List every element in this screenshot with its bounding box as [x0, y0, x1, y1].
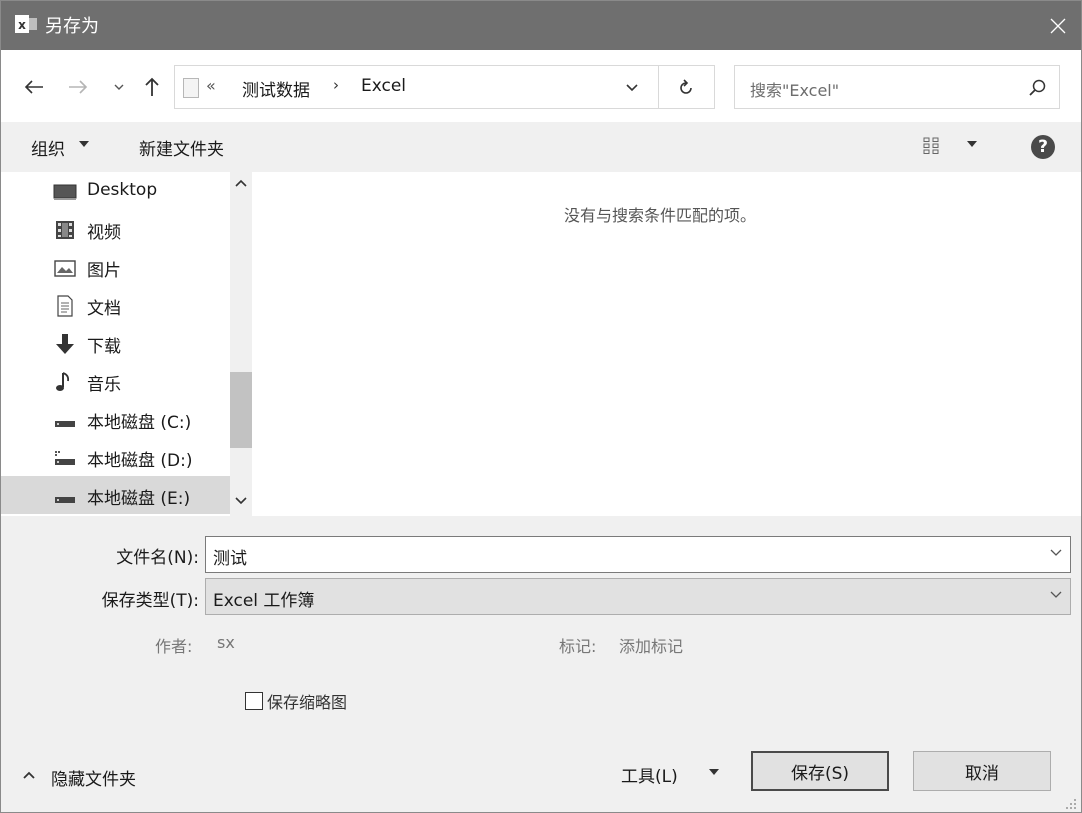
chevron-down-icon [626, 83, 638, 91]
sidebar-item-pictures[interactable]: 图片 [1, 248, 230, 286]
address-overflow-chevron[interactable]: « [206, 76, 216, 95]
filename-input[interactable]: 测试 [205, 536, 1071, 573]
sidebar-item-music[interactable]: 音乐 [1, 362, 230, 400]
tags-value[interactable]: 添加标记 [619, 633, 683, 657]
address-bar[interactable]: « 测试数据 › Excel [174, 65, 715, 109]
desktop-icon [53, 184, 77, 200]
navigation-pane: Desktop 视频 图片 文档 下载 音乐 本地磁盘 (C:) 本地磁盘 (D… [1, 172, 230, 516]
new-folder-button[interactable]: 新建文件夹 [139, 135, 224, 160]
search-icon[interactable] [1027, 77, 1049, 99]
breadcrumb-item[interactable]: Excel [361, 76, 406, 96]
author-label: 作者: [155, 637, 193, 656]
close-button[interactable] [1035, 1, 1081, 50]
back-arrow-icon [24, 80, 43, 94]
divider [658, 66, 659, 108]
download-icon [56, 334, 74, 354]
chevron-down-icon [114, 84, 124, 90]
tools-button[interactable]: 工具(L) [621, 762, 678, 787]
filetype-select[interactable]: Excel 工作簿 [205, 578, 1071, 615]
tags-label: 标记: [559, 637, 597, 656]
sidebar-item-label: 视频 [87, 223, 121, 243]
caret-down-icon[interactable] [967, 141, 977, 147]
caret-down-icon[interactable] [79, 141, 89, 147]
navigation-pane-scrollbar[interactable] [230, 172, 252, 516]
forward-button[interactable] [63, 72, 93, 102]
app-icon-letter: x [18, 18, 26, 32]
sidebar-item-label: 本地磁盘 (C:) [87, 413, 192, 433]
help-icon[interactable]: ? [1031, 135, 1055, 159]
forward-arrow-icon [69, 80, 88, 94]
sidebar-item-downloads[interactable]: 下载 [1, 324, 230, 362]
sidebar-item-label: 下载 [87, 337, 121, 357]
drive-icon [55, 497, 75, 503]
breadcrumb-separator[interactable]: › [333, 76, 339, 94]
sidebar-item-label: 文档 [87, 299, 121, 319]
navigation-bar: « 测试数据 › Excel 搜索"Excel" [1, 50, 1081, 122]
up-button[interactable] [139, 72, 165, 102]
sidebar-item-label: Desktop [87, 180, 158, 200]
save-thumbnail-label[interactable]: 保存缩略图 [267, 689, 347, 713]
refresh-icon [680, 79, 692, 94]
up-arrow-icon [145, 77, 159, 96]
view-options-icon[interactable] [923, 137, 941, 155]
drive-icon [55, 421, 75, 427]
close-icon [1050, 18, 1066, 33]
filename-label: 文件名(N): [116, 548, 199, 568]
breadcrumb-item[interactable]: 测试数据 [242, 76, 310, 101]
cancel-button[interactable]: 取消 [913, 751, 1051, 791]
chevron-down-icon[interactable] [1050, 549, 1062, 557]
address-dropdown-button[interactable] [622, 77, 642, 97]
scroll-up-icon[interactable] [234, 178, 248, 188]
author-value[interactable]: sx [217, 633, 235, 652]
sidebar-item-label: 音乐 [87, 375, 121, 395]
caret-down-icon[interactable] [709, 769, 719, 775]
sidebar-item-desktop[interactable]: Desktop [1, 172, 230, 210]
drive-icon [55, 451, 75, 465]
folder-icon [183, 78, 199, 98]
sidebar-item-drive-c[interactable]: 本地磁盘 (C:) [1, 400, 230, 438]
file-list[interactable]: 没有与搜索条件匹配的项。 [252, 172, 1081, 516]
video-icon [56, 221, 74, 239]
refresh-button[interactable] [675, 77, 697, 99]
organize-button[interactable]: 组织 [31, 135, 65, 160]
chevron-down-icon[interactable] [1050, 591, 1062, 599]
scrollbar-thumb[interactable] [230, 372, 252, 448]
back-button[interactable] [19, 72, 49, 102]
excel-app-icon: x [15, 15, 37, 33]
command-bar: 组织 新建文件夹 ? [1, 122, 1081, 172]
filename-value: 测试 [213, 549, 247, 569]
sidebar-item-label: 本地磁盘 (E:) [87, 489, 191, 509]
scroll-down-icon[interactable] [234, 496, 248, 506]
music-icon [56, 372, 70, 391]
title-bar[interactable]: x 另存为 [1, 1, 1081, 50]
documents-icon [57, 295, 73, 317]
window-title: 另存为 [45, 16, 99, 37]
sidebar-item-documents[interactable]: 文档 [1, 286, 230, 324]
recent-locations-button[interactable] [109, 72, 129, 102]
sidebar-item-drive-d[interactable]: 本地磁盘 (D:) [1, 438, 230, 476]
sidebar-item-label: 本地磁盘 (D:) [87, 451, 193, 471]
empty-results-message: 没有与搜索条件匹配的项。 [564, 206, 757, 225]
save-options-panel: 文件名(N): 测试 保存类型(T): Excel 工作簿 作者: sx 标记:… [1, 516, 1081, 812]
save-as-dialog: x 另存为 « 测试数据 › Excel 搜索"Excel" 组织 新建文件夹 … [0, 0, 1082, 813]
filetype-label: 保存类型(T): [101, 591, 199, 611]
search-placeholder: 搜索"Excel" [750, 81, 840, 100]
sidebar-item-label: 图片 [87, 261, 121, 281]
filetype-value: Excel 工作簿 [213, 591, 315, 611]
search-box[interactable]: 搜索"Excel" [734, 65, 1060, 109]
pictures-icon [54, 260, 76, 277]
resize-grip-icon[interactable] [1065, 798, 1077, 810]
save-button[interactable]: 保存(S) [751, 751, 889, 791]
save-thumbnail-checkbox[interactable] [245, 692, 263, 710]
sidebar-item-videos[interactable]: 视频 [1, 210, 230, 248]
sidebar-item-drive-e[interactable]: 本地磁盘 (E:) [1, 476, 230, 514]
chevron-up-icon[interactable] [23, 771, 35, 779]
hide-folders-button[interactable]: 隐藏文件夹 [51, 765, 136, 790]
